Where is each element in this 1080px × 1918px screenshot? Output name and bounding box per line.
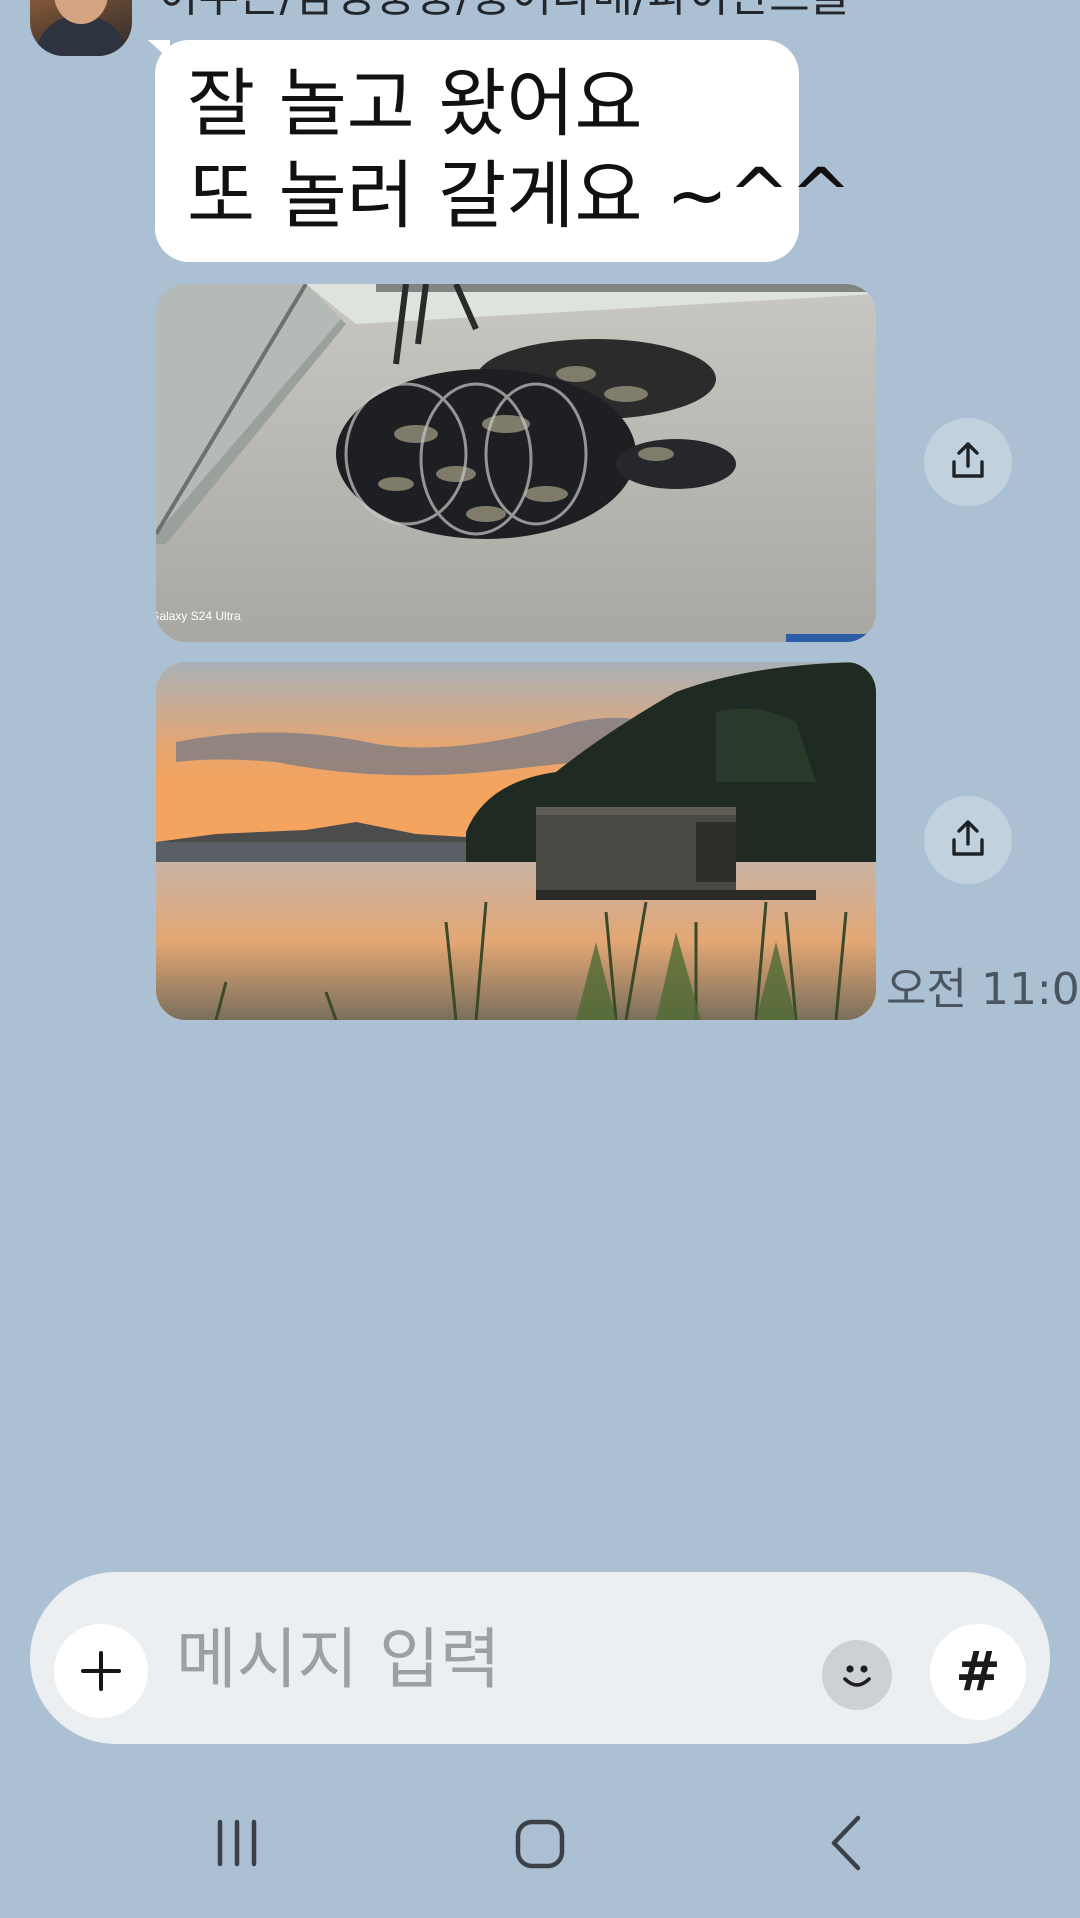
recent-apps-button[interactable] [212, 1818, 262, 1868]
back-icon [831, 1815, 861, 1871]
message-timestamp: 오전 11:07 [886, 964, 1080, 1015]
message-input[interactable] [176, 1614, 816, 1704]
share-button-photo2[interactable] [924, 796, 1012, 884]
photo-fish-net[interactable]: Galaxy S24 Ultra [156, 284, 876, 642]
message-composer: # [30, 1572, 1050, 1744]
sender-name: 이무근/감성붕붕/붕어다매/파이칸스쿨 [158, 0, 850, 24]
back-button[interactable] [826, 1814, 866, 1872]
recent-apps-icon [217, 1819, 257, 1867]
sunset-lake-image [156, 662, 876, 1020]
attach-button[interactable] [54, 1624, 148, 1718]
message-line-1: 잘 놀고 왔어요 [187, 61, 643, 147]
share-icon [952, 442, 984, 478]
emoji-button[interactable] [822, 1640, 892, 1710]
share-button-photo1[interactable] [924, 418, 1012, 506]
hashtag-button[interactable]: # [930, 1624, 1026, 1720]
plus-icon [81, 1651, 121, 1691]
home-icon [515, 1819, 565, 1869]
home-button[interactable] [514, 1818, 566, 1870]
sender-avatar[interactable] [30, 0, 132, 56]
share-icon [952, 820, 984, 856]
message-bubble[interactable]: 잘 놀고 왔어요 또 놀러 갈게요 ~^^ [155, 40, 853, 262]
smiley-icon [843, 1665, 871, 1687]
message-line-2: 또 놀러 갈게요 ~^^ [187, 153, 853, 239]
photo-sunset-lake[interactable] [156, 662, 876, 1020]
fish-net-image: Galaxy S24 Ultra [156, 284, 876, 642]
photo-watermark: Galaxy S24 Ultra [156, 609, 241, 623]
